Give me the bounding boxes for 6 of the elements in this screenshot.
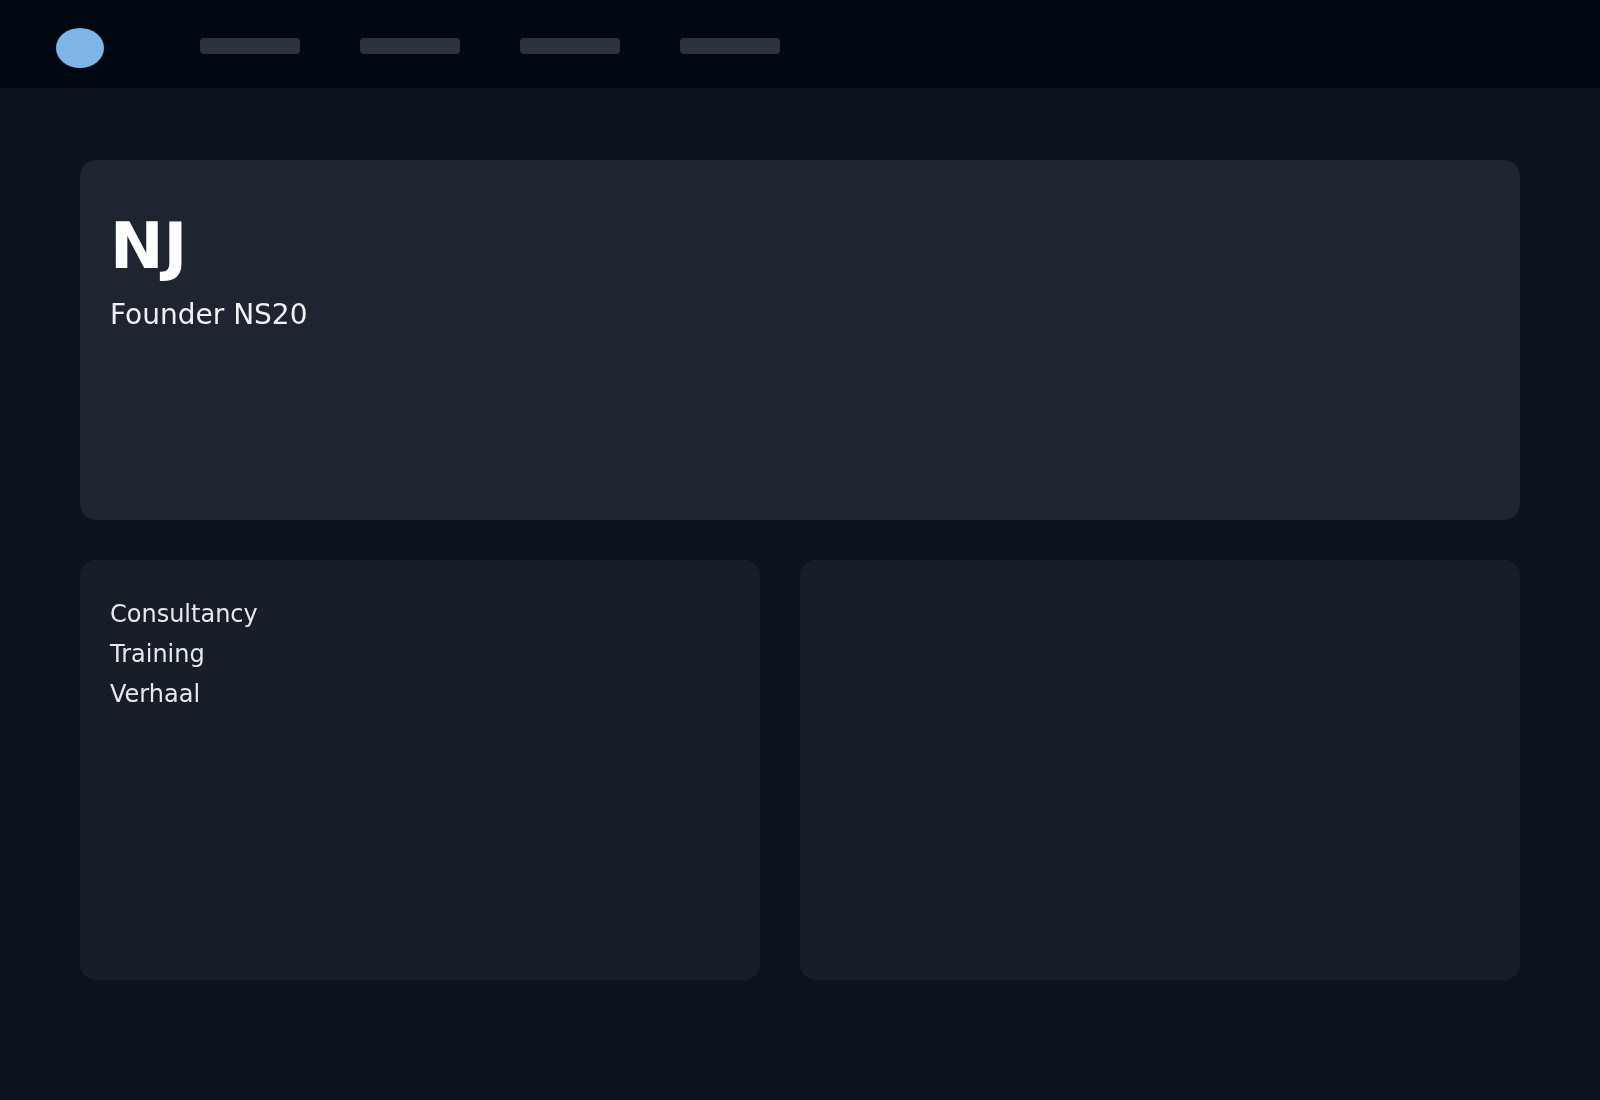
hero-subtitle: Founder NS20 xyxy=(110,299,308,333)
service-item: Consultancy xyxy=(110,599,258,630)
logo-icon[interactable] xyxy=(56,28,104,68)
service-item: Training xyxy=(110,639,205,670)
hero-title: NJ xyxy=(110,209,188,284)
service-item: Verhaal xyxy=(110,679,201,710)
